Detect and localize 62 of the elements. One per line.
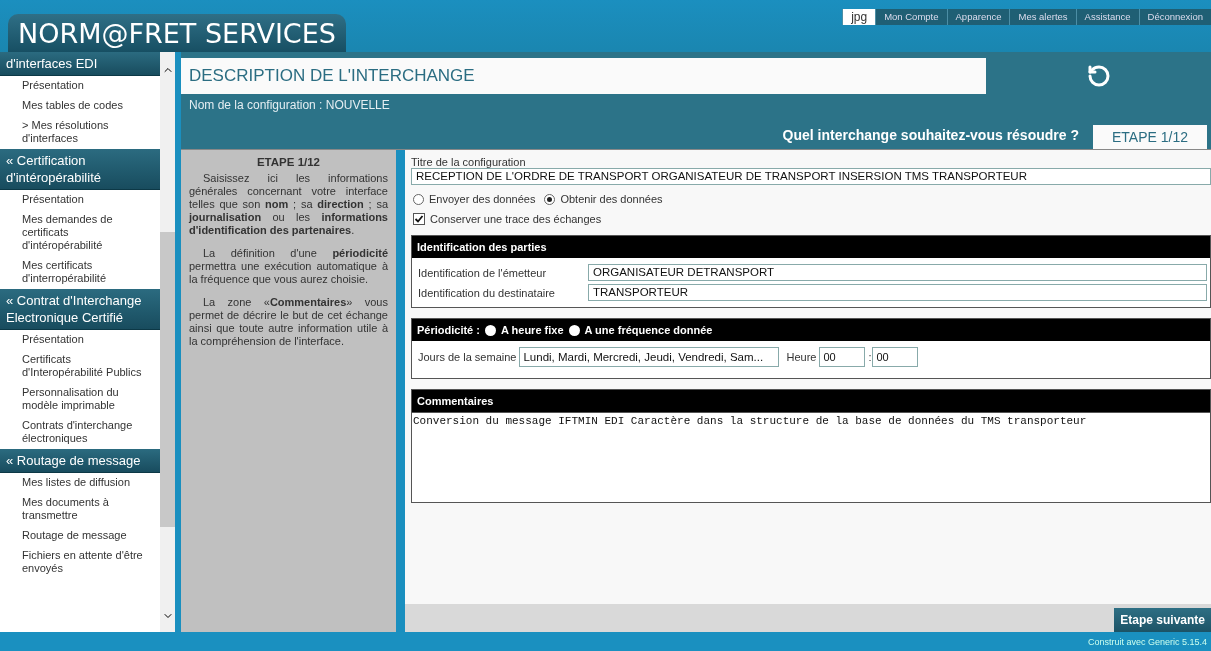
step-question: Quel interchange souhaitez-vous résoudre ? <box>782 127 1079 145</box>
sidebar-item[interactable]: Certificats d'Interopérabilité Publics <box>0 350 160 383</box>
radio-button[interactable] <box>484 324 496 336</box>
sidebar-item[interactable]: > Mes résolutions d'interfaces <box>0 116 160 149</box>
header-tab[interactable]: Déconnexion <box>1138 9 1211 25</box>
sidebar-section-header[interactable]: « Certification d'intéropérabilité <box>0 149 160 190</box>
hour-input-field[interactable]: 00 <box>819 347 866 367</box>
sidebar-section-header[interactable]: d'interfaces EDI <box>0 52 160 76</box>
help-heading: ETAPE 1/12 <box>255 156 322 168</box>
header-tab[interactable]: jpg <box>842 9 876 25</box>
sidebar-item[interactable]: Contrats d'interchange électroniques <box>0 416 160 449</box>
field-label: Identification du destinataire <box>418 286 556 299</box>
radio-label: A une fréquence donnée <box>584 324 713 336</box>
title-input-field[interactable]: RECEPTION DE L'ORDRE DE TRANSPORT ORGANISATEUR DE TRANSPORT INSERSION TMS TRANSPORTEUR <box>411 168 1211 185</box>
sidebar-item[interactable]: Présentation <box>0 330 160 350</box>
scrollbar[interactable] <box>160 52 175 632</box>
panel-heading: Identification des parties <box>417 241 547 253</box>
days-input-field[interactable]: Lundi, Mardi, Mercredi, Jeudi, Vendredi, Sam... <box>519 347 780 367</box>
radio-label: A heure fixe <box>500 324 564 336</box>
header-tab[interactable]: Mes alertes <box>1009 9 1076 25</box>
help-paragraph: La définition d'une périodicité permettra une exécution automatique à la fréquence que vous aurez choisie. <box>189 247 388 286</box>
next-step-button[interactable]: Etape suivante <box>1114 608 1211 632</box>
header-tab[interactable]: Mon Compte <box>875 9 947 25</box>
time-separator: : <box>868 351 872 363</box>
sidebar-item[interactable]: Fichiers en attente d'être envoyés <box>0 546 160 579</box>
sidebar-section-header[interactable]: « Contrat d'Interchange Electronique Certifié <box>0 289 160 330</box>
sidebar-item[interactable]: Mes tables de codes <box>0 96 160 116</box>
checkbox[interactable] <box>413 213 425 225</box>
footer-text: Construit avec Generic 5.15.4 <box>0 632 1211 651</box>
radio-button[interactable] <box>568 324 580 336</box>
input-field[interactable]: TRANSPORTEUR <box>588 284 1207 301</box>
sidebar-item[interactable]: Mes listes de diffusion <box>0 473 160 493</box>
help-paragraph: La zone «Commentaires» vous permet de décrire le but de cet échange ainsi que toute autre information utile à la compréhension de l'interface. <box>189 296 388 348</box>
sidebar-item[interactable]: Mes certificats d'interropérabilité <box>0 256 160 289</box>
page-title: DESCRIPTION DE L'INTERCHANGE <box>181 58 986 94</box>
header-tab[interactable]: Assistance <box>1075 9 1139 25</box>
sidebar-item[interactable]: Personnalisation du modèle imprimable <box>0 383 160 416</box>
refresh-icon[interactable] <box>1086 64 1111 88</box>
minute-input-field[interactable]: 00 <box>872 347 919 367</box>
field-label: Titre de la configuration <box>411 156 527 168</box>
radio-label: Envoyer des données <box>429 193 536 205</box>
panel-heading: Commentaires <box>417 395 494 407</box>
sidebar-item[interactable]: Mes documents à transmettre <box>0 493 160 526</box>
radio-button[interactable] <box>544 193 556 205</box>
help-paragraph: Saisissez ici les informations générales concernant votre interface telles que son nom ; sa direction ; sa journalisation ou les informations d'identification des partenaires. <box>189 172 388 237</box>
logo: NORM@FRET SERVICES <box>8 14 346 52</box>
sidebar-item[interactable]: Routage de message <box>0 526 160 546</box>
field-label: Heure <box>786 351 817 363</box>
checkbox-label: Conserver une trace des échanges <box>430 213 602 225</box>
configuration-name: Nom de la configuration : NOUVELLE <box>188 97 391 114</box>
field-label: Identification de l'émetteur <box>418 266 548 279</box>
panel-heading: Périodicité : <box>417 324 480 336</box>
sidebar-item[interactable]: Présentation <box>0 76 160 96</box>
input-field[interactable]: ORGANISATEUR DETRANSPORT <box>588 264 1207 281</box>
header-tab[interactable]: Apparence <box>946 9 1010 25</box>
sidebar-section-header[interactable]: « Routage de message <box>0 449 160 473</box>
radio-button[interactable] <box>413 193 424 205</box>
sidebar-item[interactable]: Mes demandes de certificats d'intéropérabilité <box>0 210 160 256</box>
field-label: Jours de la semaine <box>418 351 517 363</box>
comments-text-area[interactable]: Conversion du message IFTMIN EDI Caractère dans la structure de la base de données du TMS transporteur <box>412 412 1210 502</box>
radio-label: Obtenir des données <box>560 193 663 205</box>
sidebar-item[interactable]: Présentation <box>0 190 160 210</box>
